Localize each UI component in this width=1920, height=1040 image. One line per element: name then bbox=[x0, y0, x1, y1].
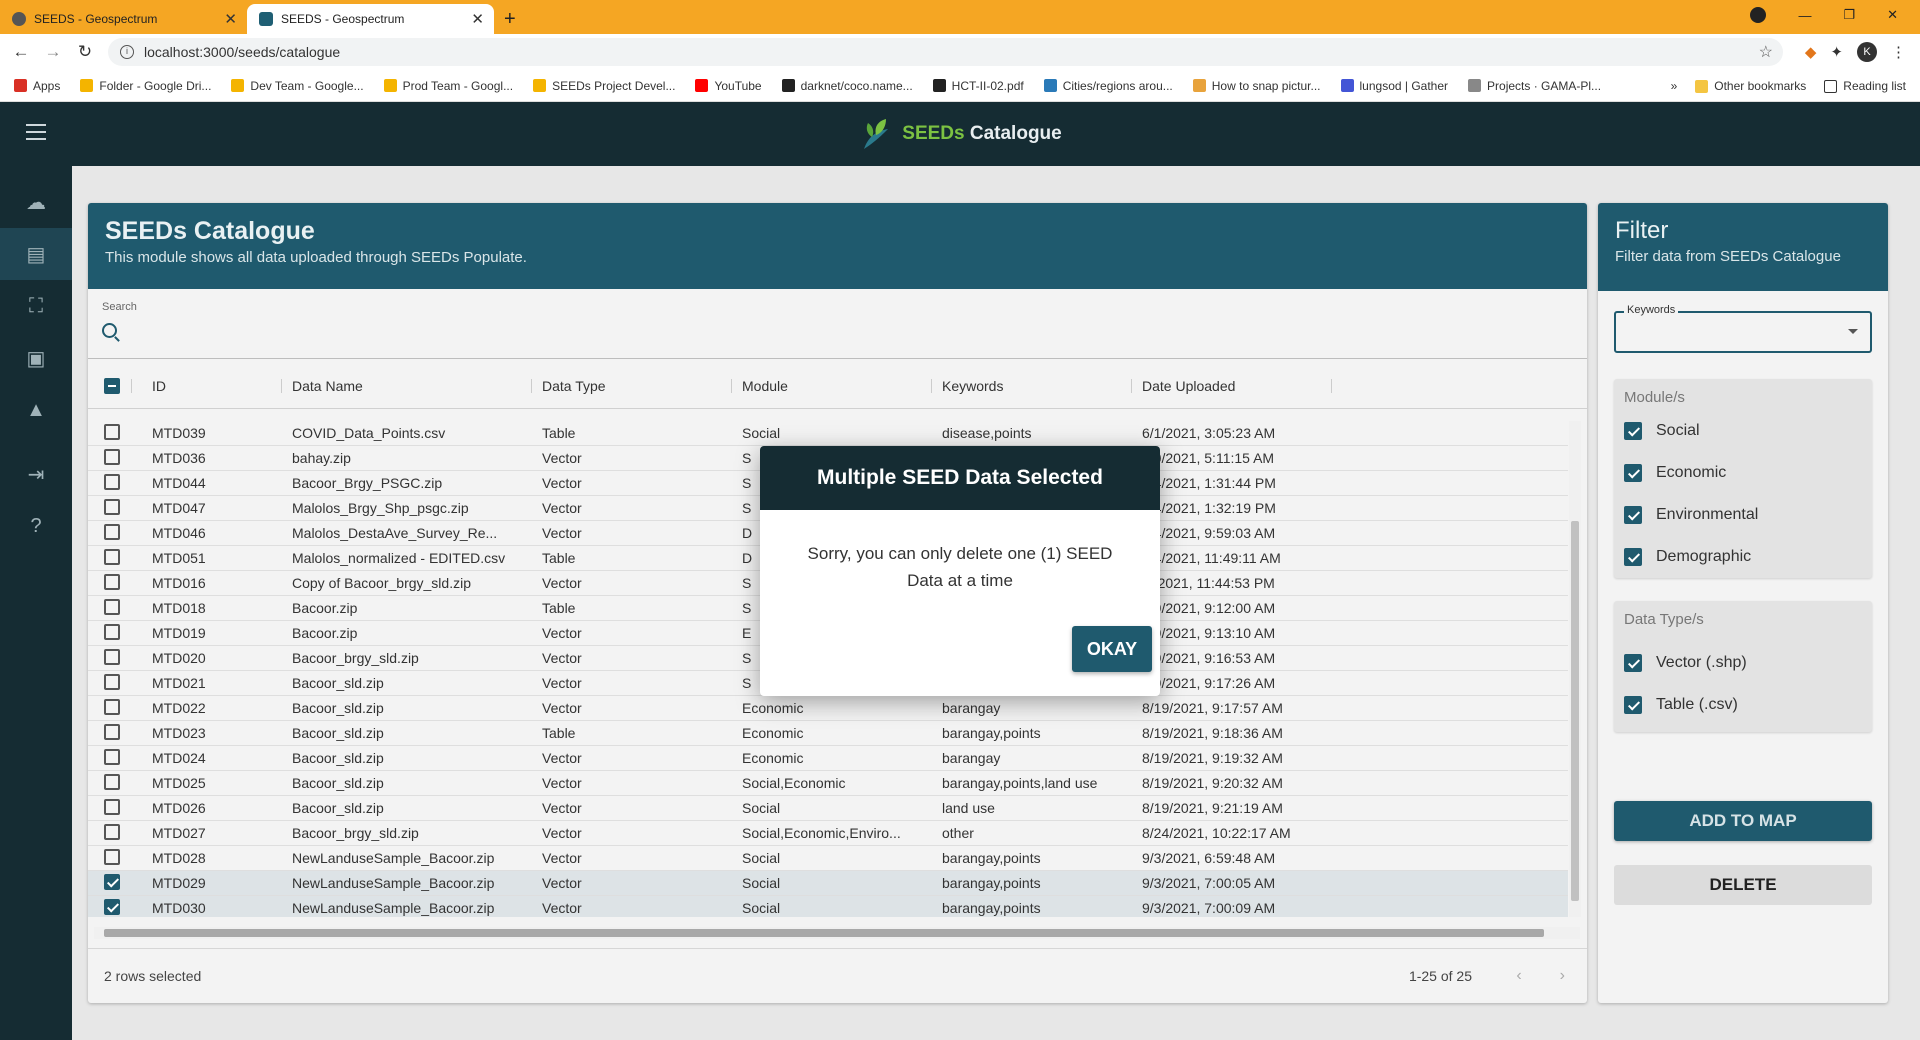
bookmark-label: lungsod | Gather bbox=[1359, 78, 1449, 93]
bookmark-favicon-icon bbox=[231, 79, 245, 92]
browser-tab[interactable]: SEEDS - Geospectrum ✕ bbox=[0, 4, 247, 34]
browser-tab-strip: SEEDS - Geospectrum ✕ SEEDS - Geospectru… bbox=[0, 0, 1920, 34]
bookmark-favicon-icon bbox=[383, 79, 397, 92]
bookmark-favicon-icon bbox=[1192, 79, 1206, 92]
browser-tab-active[interactable]: SEEDS - Geospectrum ✕ bbox=[247, 4, 494, 34]
bookmark-item[interactable]: Prod Team - Googl... bbox=[383, 78, 514, 93]
profile-avatar[interactable]: K bbox=[1857, 42, 1877, 62]
bookmark-label: Apps bbox=[33, 78, 61, 93]
globe-icon bbox=[12, 12, 26, 26]
bookmark-item[interactable]: lungsod | Gather bbox=[1340, 78, 1449, 93]
bookmark-item[interactable]: YouTube bbox=[695, 78, 762, 93]
bookmark-item[interactable]: Cities/regions arou... bbox=[1043, 78, 1173, 93]
extensions-area: ◆ ✦ K ⋮ bbox=[1805, 42, 1906, 62]
address-bar-row: ← → ↻ i localhost:3000/seeds/catalogue ☆… bbox=[0, 34, 1920, 70]
bookmark-favicon-icon bbox=[80, 79, 94, 92]
back-icon[interactable]: ← bbox=[10, 42, 32, 62]
window-controls: — ❐ ✕ bbox=[1750, 0, 1920, 30]
reading-list-label: Reading list bbox=[1843, 79, 1906, 93]
site-info-icon[interactable]: i bbox=[120, 45, 134, 59]
url-text[interactable]: localhost:3000/seeds/catalogue bbox=[144, 44, 340, 60]
bookmark-label: Dev Team - Google... bbox=[250, 78, 364, 93]
close-tab-icon[interactable]: ✕ bbox=[471, 10, 484, 28]
close-tab-icon[interactable]: ✕ bbox=[224, 10, 237, 28]
bookmark-favicon-icon bbox=[1468, 79, 1482, 92]
folder-icon bbox=[1695, 79, 1709, 93]
close-window-icon[interactable]: ✕ bbox=[1887, 7, 1898, 23]
other-bookmarks-label: Other bookmarks bbox=[1714, 79, 1807, 93]
bookmark-item[interactable]: Projects · GAMA-Pl... bbox=[1468, 79, 1601, 93]
more-bookmarks-icon[interactable]: » bbox=[1671, 79, 1678, 93]
restore-icon[interactable]: ❐ bbox=[1843, 7, 1855, 23]
okay-button[interactable]: OKAY bbox=[1072, 626, 1152, 672]
bookmark-favicon-icon bbox=[781, 79, 795, 92]
reading-list[interactable]: Reading list bbox=[1824, 79, 1906, 93]
alert-dialog: Multiple SEED Data Selected Sorry, you c… bbox=[760, 446, 1160, 696]
bookmark-item[interactable]: Apps bbox=[14, 79, 60, 93]
bookmark-label: SEEDs Project Devel... bbox=[552, 78, 676, 93]
puzzle-extensions-icon[interactable]: ✦ bbox=[1830, 43, 1843, 61]
other-bookmarks[interactable]: Other bookmarks bbox=[1695, 79, 1806, 93]
bookmark-favicon-icon bbox=[932, 79, 946, 92]
bookmark-item[interactable]: How to snap pictur... bbox=[1192, 78, 1321, 93]
minimize-icon[interactable]: — bbox=[1798, 8, 1811, 23]
bookmark-label: How to snap pictur... bbox=[1211, 78, 1321, 93]
profile-menu-icon[interactable] bbox=[1750, 7, 1767, 23]
dialog-title: Multiple SEED Data Selected bbox=[760, 446, 1160, 510]
bookmark-favicon-icon bbox=[1043, 79, 1057, 92]
bookmark-star-icon[interactable]: ☆ bbox=[1759, 42, 1773, 62]
bookmark-favicon-icon bbox=[14, 79, 27, 92]
bookmark-label: HCT-II-02.pdf bbox=[951, 78, 1024, 93]
bookmark-item[interactable]: Folder - Google Dri... bbox=[80, 79, 211, 93]
app-favicon-icon bbox=[259, 12, 273, 26]
tab-title: SEEDS - Geospectrum bbox=[281, 12, 405, 26]
bookmark-label: Folder - Google Dri... bbox=[99, 78, 212, 93]
bookmark-label: Projects · GAMA-Pl... bbox=[1487, 78, 1602, 93]
bookmark-item[interactable]: SEEDs Project Devel... bbox=[533, 79, 675, 93]
bookmark-label: darknet/coco.name... bbox=[800, 78, 913, 93]
kebab-menu-icon[interactable]: ⋮ bbox=[1891, 43, 1906, 61]
bookmark-item[interactable]: HCT-II-02.pdf bbox=[932, 78, 1024, 93]
bookmark-favicon-icon bbox=[1340, 79, 1354, 92]
reload-icon[interactable]: ↻ bbox=[74, 42, 96, 62]
bookmark-item[interactable]: Dev Team - Google... bbox=[231, 78, 364, 93]
new-tab-icon[interactable]: + bbox=[504, 4, 516, 34]
bookmark-label: Cities/regions arou... bbox=[1062, 78, 1173, 93]
bookmark-favicon-icon bbox=[533, 79, 547, 92]
url-bar[interactable]: i localhost:3000/seeds/catalogue ☆ bbox=[108, 38, 1783, 66]
bookmark-label: Prod Team - Googl... bbox=[402, 78, 514, 93]
reading-list-icon bbox=[1824, 79, 1838, 93]
dialog-message: Sorry, you can only delete one (1) SEED … bbox=[807, 544, 1113, 590]
metamask-icon[interactable]: ◆ bbox=[1805, 43, 1817, 61]
bookmark-label: YouTube bbox=[714, 78, 762, 93]
bookmark-favicon-icon bbox=[695, 79, 709, 92]
bookmark-item[interactable]: darknet/coco.name... bbox=[781, 78, 913, 93]
tab-title: SEEDS - Geospectrum bbox=[34, 12, 158, 26]
forward-icon[interactable]: → bbox=[42, 42, 64, 62]
bookmarks-bar: Apps Folder - Google Dri... Dev Team - Goo… bbox=[0, 70, 1920, 102]
